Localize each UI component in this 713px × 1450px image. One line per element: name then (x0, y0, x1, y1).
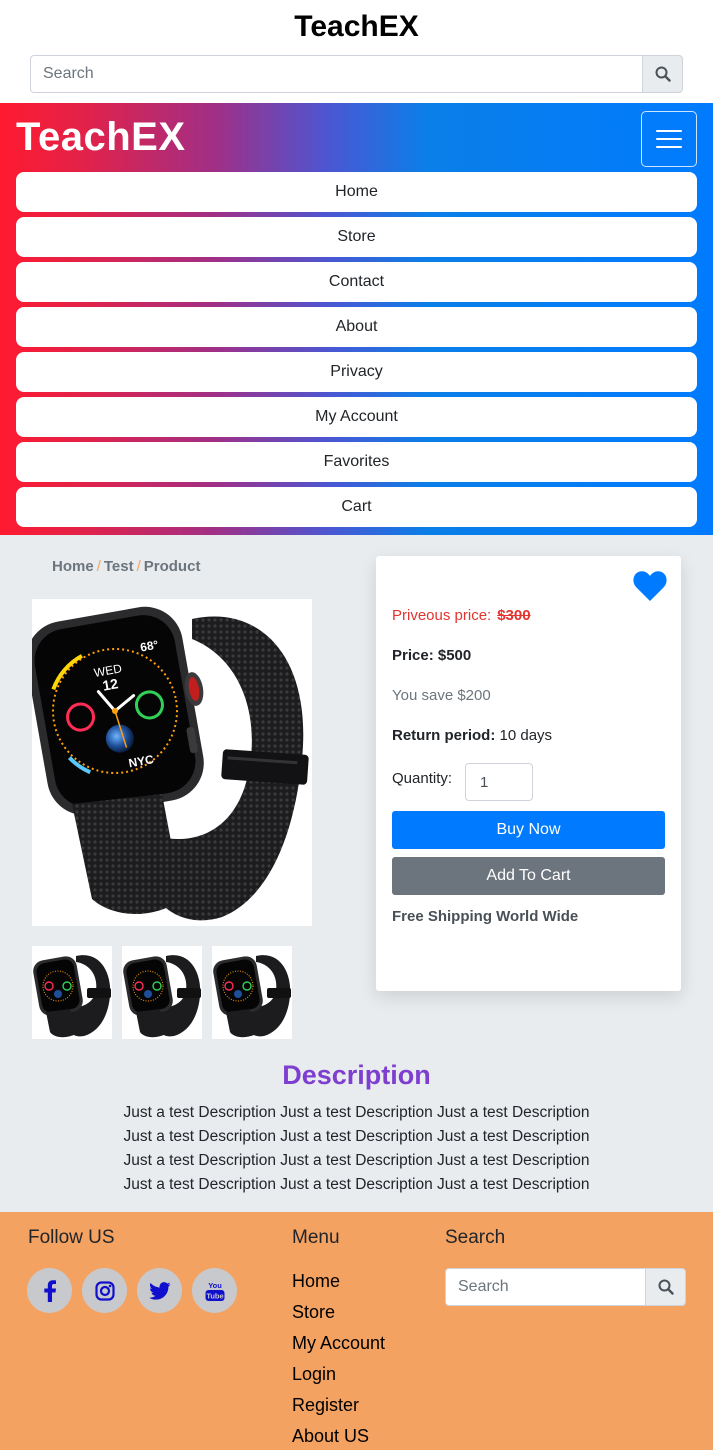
smartwatch-image: WED 12 68° NYC (32, 606, 309, 921)
hamburger-icon-bar (656, 130, 682, 132)
shipping-info: Free Shipping World Wide (392, 908, 579, 925)
footer-menu: Home Store My Account Login Register Abo… (292, 1270, 385, 1450)
footer-link-login[interactable]: Login (292, 1363, 385, 1394)
nav-item-privacy[interactable]: Privacy (16, 352, 697, 392)
price-label: Price: (392, 647, 434, 664)
return-period-label: Return period: (392, 727, 496, 744)
footer-link-store[interactable]: Store (292, 1301, 385, 1332)
twitter-link[interactable] (137, 1268, 182, 1313)
watch-face-time: 12 (101, 675, 119, 693)
description-text: Just a test Description Just a test Desc… (100, 1101, 613, 1197)
price-value: $500 (437, 647, 472, 664)
search-icon (658, 1279, 674, 1295)
footer-search-button[interactable] (645, 1268, 686, 1306)
top-search-input[interactable] (30, 55, 642, 93)
footer-search-bar (445, 1268, 686, 1306)
instagram-icon (94, 1280, 115, 1301)
top-search-bar (30, 55, 683, 93)
product-card: Priveous price: $300 Price: $500 You save… (376, 556, 681, 991)
product-thumbnails (32, 946, 292, 1039)
smartwatch-thumbnail-image (33, 955, 111, 1038)
search-icon (655, 66, 671, 82)
nav-item-contact[interactable]: Contact (16, 262, 697, 302)
footer-link-my-account[interactable]: My Account (292, 1332, 385, 1363)
menu-title: Menu (292, 1227, 340, 1248)
product-thumbnail[interactable] (212, 946, 292, 1039)
footer-link-about-us[interactable]: About US (292, 1425, 385, 1450)
previous-price-label: Priveous price: (392, 607, 492, 624)
previous-price: Priveous price: $300 (392, 607, 531, 624)
product-main-image[interactable]: WED 12 68° NYC (32, 599, 312, 926)
navbar: TeachEX Home Store Contact About Privacy… (0, 103, 713, 535)
footer-link-register[interactable]: Register (292, 1394, 385, 1425)
current-price: Price: $500 (392, 647, 471, 664)
breadcrumb-product: Product (143, 558, 201, 575)
top-header: TeachEX (0, 0, 713, 103)
footer-search-input[interactable] (445, 1268, 645, 1306)
footer-link-home[interactable]: Home (292, 1270, 385, 1301)
hamburger-icon-bar (656, 138, 682, 140)
hamburger-icon-bar (656, 146, 682, 148)
quantity-input[interactable] (465, 763, 533, 801)
add-to-cart-button[interactable]: Add To Cart (392, 857, 665, 895)
breadcrumb-separator: / (96, 558, 101, 575)
social-links: You Tube (27, 1268, 237, 1313)
buy-now-button[interactable]: Buy Now (392, 811, 665, 849)
follow-us-title: Follow US (28, 1227, 115, 1248)
previous-price-value: $300 (497, 607, 531, 624)
quantity-label: Quantity: (392, 770, 453, 787)
description-line: Just a test Description Just a test Desc… (123, 1104, 590, 1121)
svg-text:Tube: Tube (206, 1291, 223, 1300)
breadcrumb-test[interactable]: Test (104, 558, 134, 575)
smartwatch-thumbnail-image (123, 955, 201, 1038)
site-title[interactable]: TeachEX (0, 10, 713, 44)
return-period: Return period: 10 days (392, 727, 552, 744)
description-line: Just a test Description Just a test Desc… (123, 1128, 590, 1145)
nav-item-cart[interactable]: Cart (16, 487, 697, 527)
nav-item-store[interactable]: Store (16, 217, 697, 257)
youtube-icon: You Tube (205, 1281, 224, 1301)
facebook-link[interactable] (27, 1268, 72, 1313)
nav-item-home[interactable]: Home (16, 172, 697, 212)
heart-icon[interactable] (633, 570, 667, 602)
navbar-toggler-button[interactable] (641, 111, 697, 167)
facebook-icon (43, 1279, 56, 1302)
description-line: Just a test Description Just a test Desc… (123, 1152, 590, 1169)
product-thumbnail[interactable] (32, 946, 112, 1039)
breadcrumb-home[interactable]: Home (52, 558, 94, 575)
navbar-brand[interactable]: TeachEX (16, 115, 186, 160)
nav-item-my-account[interactable]: My Account (16, 397, 697, 437)
nav-list: Home Store Contact About Privacy My Acco… (16, 172, 697, 532)
twitter-icon (148, 1281, 170, 1300)
top-search-button[interactable] (642, 55, 683, 93)
youtube-link[interactable]: You Tube (192, 1268, 237, 1313)
svg-text:You: You (208, 1281, 222, 1290)
breadcrumb: Home / Test / Product (52, 558, 200, 575)
smartwatch-thumbnail-image (213, 955, 291, 1038)
footer-search-title: Search (445, 1227, 506, 1248)
description-title: Description (282, 1060, 431, 1090)
nav-item-about[interactable]: About (16, 307, 697, 347)
footer: Follow US You Tube Menu Home Store My Ac… (0, 1212, 713, 1450)
return-period-value: 10 days (499, 727, 553, 744)
description-line: Just a test Description Just a test Desc… (123, 1176, 590, 1193)
nav-item-favorites[interactable]: Favorites (16, 442, 697, 482)
product-thumbnail[interactable] (122, 946, 202, 1039)
instagram-link[interactable] (82, 1268, 127, 1313)
savings-text: You save $200 (392, 687, 491, 704)
breadcrumb-separator: / (136, 558, 141, 575)
